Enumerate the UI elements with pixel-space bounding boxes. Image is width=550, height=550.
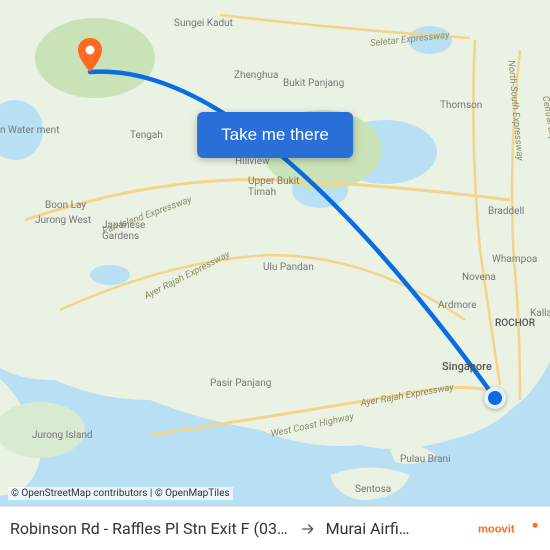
origin-label: Robinson Rd - Raffles Pl Stn Exit F (03… [10,519,288,538]
city-label: Singapore [442,360,492,373]
destination-label: Murai Airfi… [326,519,410,538]
origin-marker[interactable] [484,387,506,409]
pin-icon [73,38,107,72]
map-canvas[interactable]: Sungei KadutZhenghuaBukit PanjangTengahD… [0,0,550,550]
brand-text: moovit [478,523,515,535]
arrow-right-icon [300,521,316,537]
take-me-there-button[interactable]: Take me there [197,112,353,158]
route-summary: Robinson Rd - Raffles Pl Stn Exit F (03…… [10,519,468,538]
map-base-svg [0,0,550,550]
footer-bar: Robinson Rd - Raffles Pl Stn Exit F (03…… [0,506,550,550]
map-attribution: © OpenStreetMap contributors | © OpenMap… [8,487,233,500]
destination-marker[interactable] [73,38,107,72]
moovit-logo: moovit [478,518,540,540]
